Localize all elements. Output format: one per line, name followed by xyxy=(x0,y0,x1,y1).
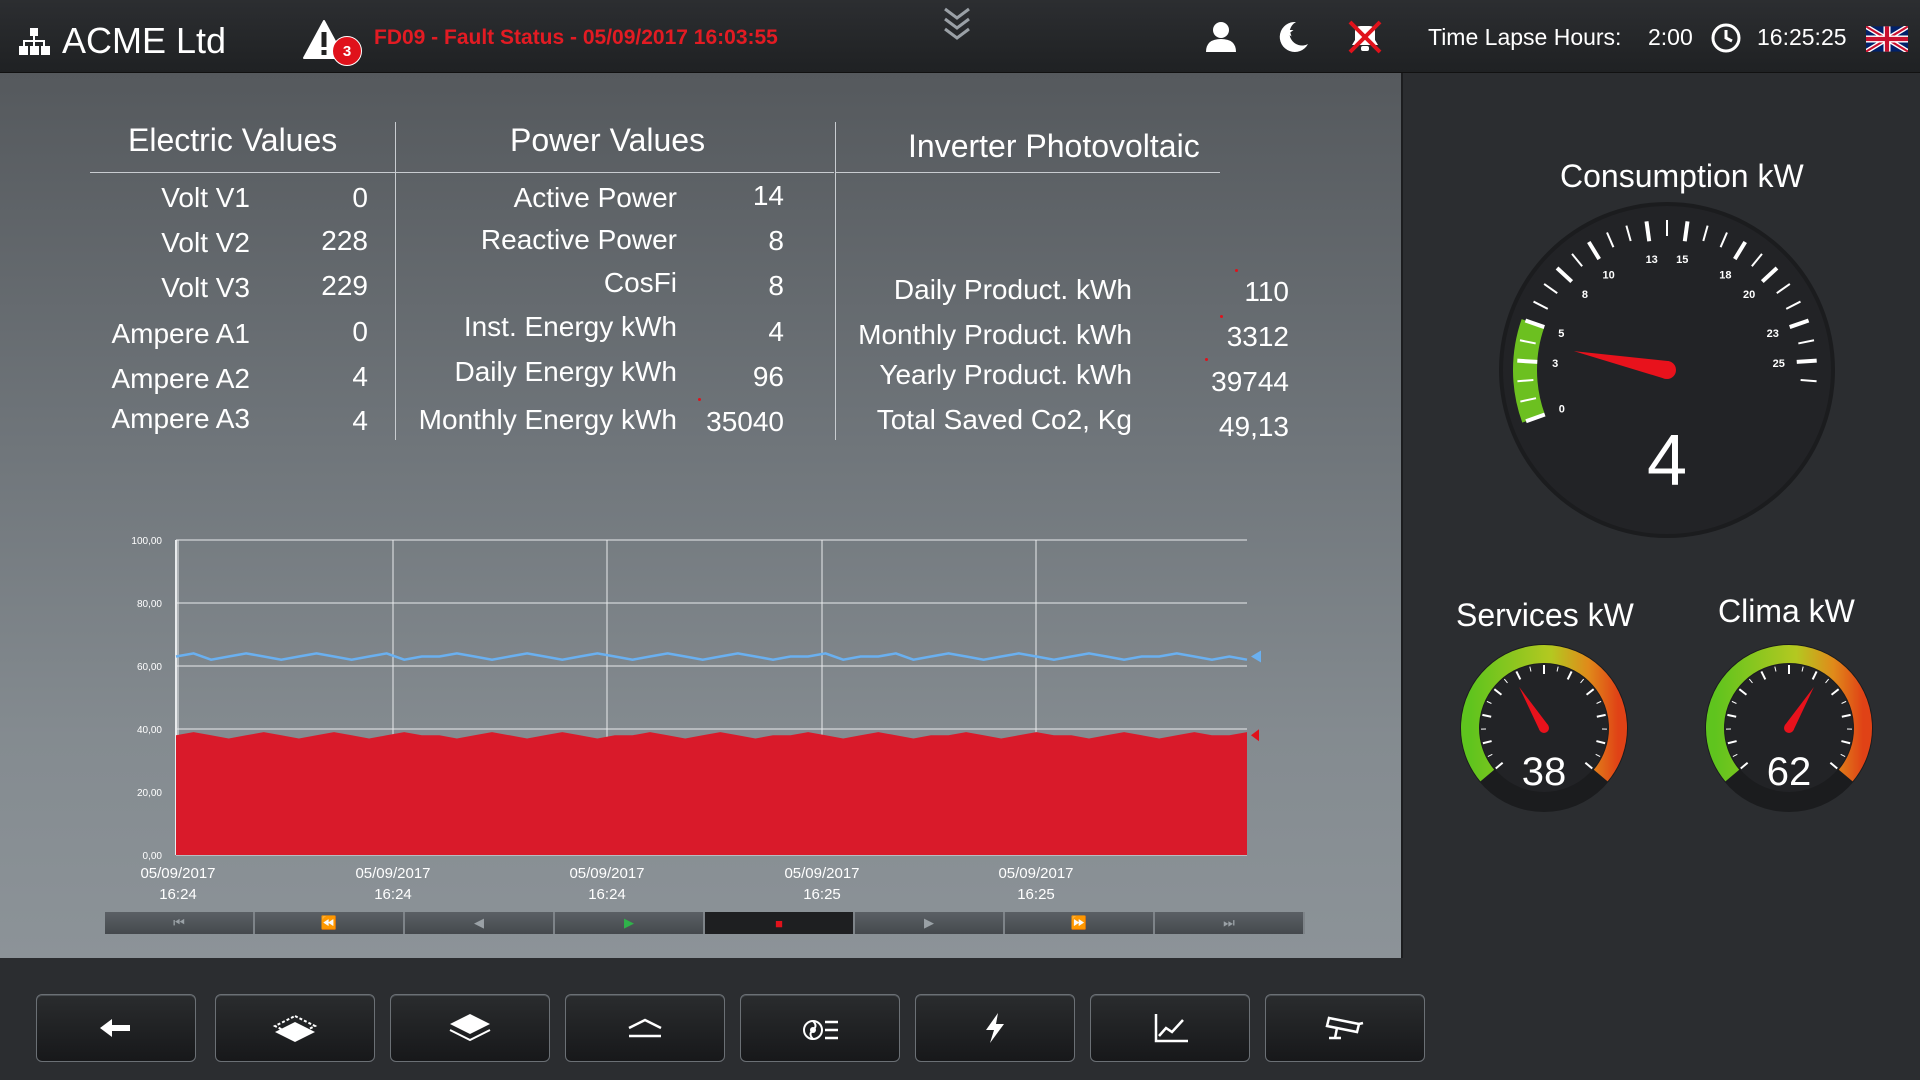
stop-button[interactable]: ■ xyxy=(705,912,855,934)
step-back-button[interactable]: ◀ xyxy=(405,912,555,934)
x-tick-label: 05/09/2017 xyxy=(784,865,859,882)
gauge-hub xyxy=(1658,361,1676,379)
services-value: 38 xyxy=(1521,750,1567,794)
uk-flag-icon[interactable] xyxy=(1866,26,1908,52)
gauge-tick-label: 15 xyxy=(1676,254,1688,266)
x-tick-label: 16:25 xyxy=(803,886,841,903)
fan-coil-button[interactable] xyxy=(740,994,900,1062)
area-series xyxy=(176,732,1247,855)
services-gauge-title: Services kW xyxy=(1456,597,1634,633)
cctv-button[interactable] xyxy=(1265,994,1425,1062)
electrical-button[interactable] xyxy=(915,994,1075,1062)
y-tick-label: 100,00 xyxy=(131,536,162,547)
gauge-tick xyxy=(1682,221,1690,242)
skip-to-end-button[interactable]: ⏭ xyxy=(1155,912,1305,934)
trend-chart-icon xyxy=(1154,1014,1188,1043)
y-tick-label: 20,00 xyxy=(137,788,162,799)
x-tick-label: 16:25 xyxy=(1017,886,1055,903)
skip-to-start-button[interactable]: ⏮ xyxy=(105,912,255,934)
fan-coil-icon xyxy=(803,1020,838,1040)
clima-gauge-title: Clima kW xyxy=(1718,593,1855,629)
gauge-tick-label: 10 xyxy=(1602,269,1614,281)
x-tick-label: 05/09/2017 xyxy=(998,865,1073,882)
x-tick-label: 16:24 xyxy=(374,886,412,903)
x-tick-label: 05/09/2017 xyxy=(355,865,430,882)
gauge-hub xyxy=(1539,723,1549,733)
step-forward-button[interactable]: ▶ xyxy=(855,912,1005,934)
playback-controls: ⏮ ⏪ ◀ ▶ ■ ▶ ⏩ ⏭ xyxy=(105,912,1305,934)
gauge-tick xyxy=(1517,358,1538,364)
roof-button[interactable] xyxy=(565,994,725,1062)
gauge-tick-label: 3 xyxy=(1552,358,1558,370)
play-button[interactable]: ▶ xyxy=(555,912,705,934)
floor-plan-icon xyxy=(272,1014,318,1042)
y-tick-label: 40,00 xyxy=(137,725,162,736)
y-tick-label: 60,00 xyxy=(137,662,162,673)
gauge-tick-label: 5 xyxy=(1558,328,1564,340)
x-tick-label: 16:24 xyxy=(588,886,626,903)
time-lapse-label: Time Lapse Hours: xyxy=(1428,24,1622,50)
y-tick-label: 80,00 xyxy=(137,599,162,610)
consumption-value: 4 xyxy=(1646,421,1688,501)
gauge-tick xyxy=(1517,379,1534,383)
fast-forward-button[interactable]: ⏩ xyxy=(1005,912,1155,934)
layers-button[interactable] xyxy=(390,994,550,1062)
roof-icon xyxy=(628,1018,662,1038)
y-tick-label: 0,00 xyxy=(143,851,163,862)
line-series xyxy=(175,652,1248,661)
clima-value: 62 xyxy=(1766,750,1812,794)
gauge-tick-label: 8 xyxy=(1582,289,1588,301)
gauge-tick-label: 13 xyxy=(1646,254,1658,266)
green-range-arc xyxy=(1513,319,1545,423)
consumption-gauge-title: Consumption kW xyxy=(1560,158,1804,194)
trends-button[interactable] xyxy=(1090,994,1250,1062)
gauge-hub xyxy=(1784,723,1794,733)
clock-time: 16:25:25 xyxy=(1757,24,1847,50)
x-tick-label: 05/09/2017 xyxy=(569,865,644,882)
fast-rewind-button[interactable]: ⏪ xyxy=(255,912,405,934)
gauge-tick xyxy=(1800,379,1817,383)
cctv-camera-icon xyxy=(1325,1016,1364,1040)
gauge-tick-label: 25 xyxy=(1773,358,1785,370)
gauge-tick-label: 20 xyxy=(1743,289,1755,301)
x-tick-label: 16:24 xyxy=(159,886,197,903)
gauge-tick-label: 18 xyxy=(1719,269,1731,281)
floor-plan-button[interactable] xyxy=(215,994,375,1062)
back-arrow-icon xyxy=(100,1019,130,1037)
series-marker xyxy=(1251,650,1261,663)
x-tick-label: 05/09/2017 xyxy=(140,865,215,882)
trend-chart[interactable]: 0,00 20,00 40,00 60,00 80,00 100,00 05/09/2017… xyxy=(0,0,1401,958)
back-button[interactable] xyxy=(36,994,196,1062)
series-marker xyxy=(1251,729,1259,742)
gauge-tick xyxy=(1644,221,1652,242)
layers-icon xyxy=(449,1014,491,1042)
gauge-tick-label: 23 xyxy=(1767,328,1779,340)
gauge-tick-label: 0 xyxy=(1559,403,1565,415)
clock-icon xyxy=(1711,23,1741,53)
lightning-icon xyxy=(986,1013,1004,1043)
gauge-tick xyxy=(1796,358,1817,364)
time-lapse-value[interactable]: 2:00 xyxy=(1648,24,1693,51)
